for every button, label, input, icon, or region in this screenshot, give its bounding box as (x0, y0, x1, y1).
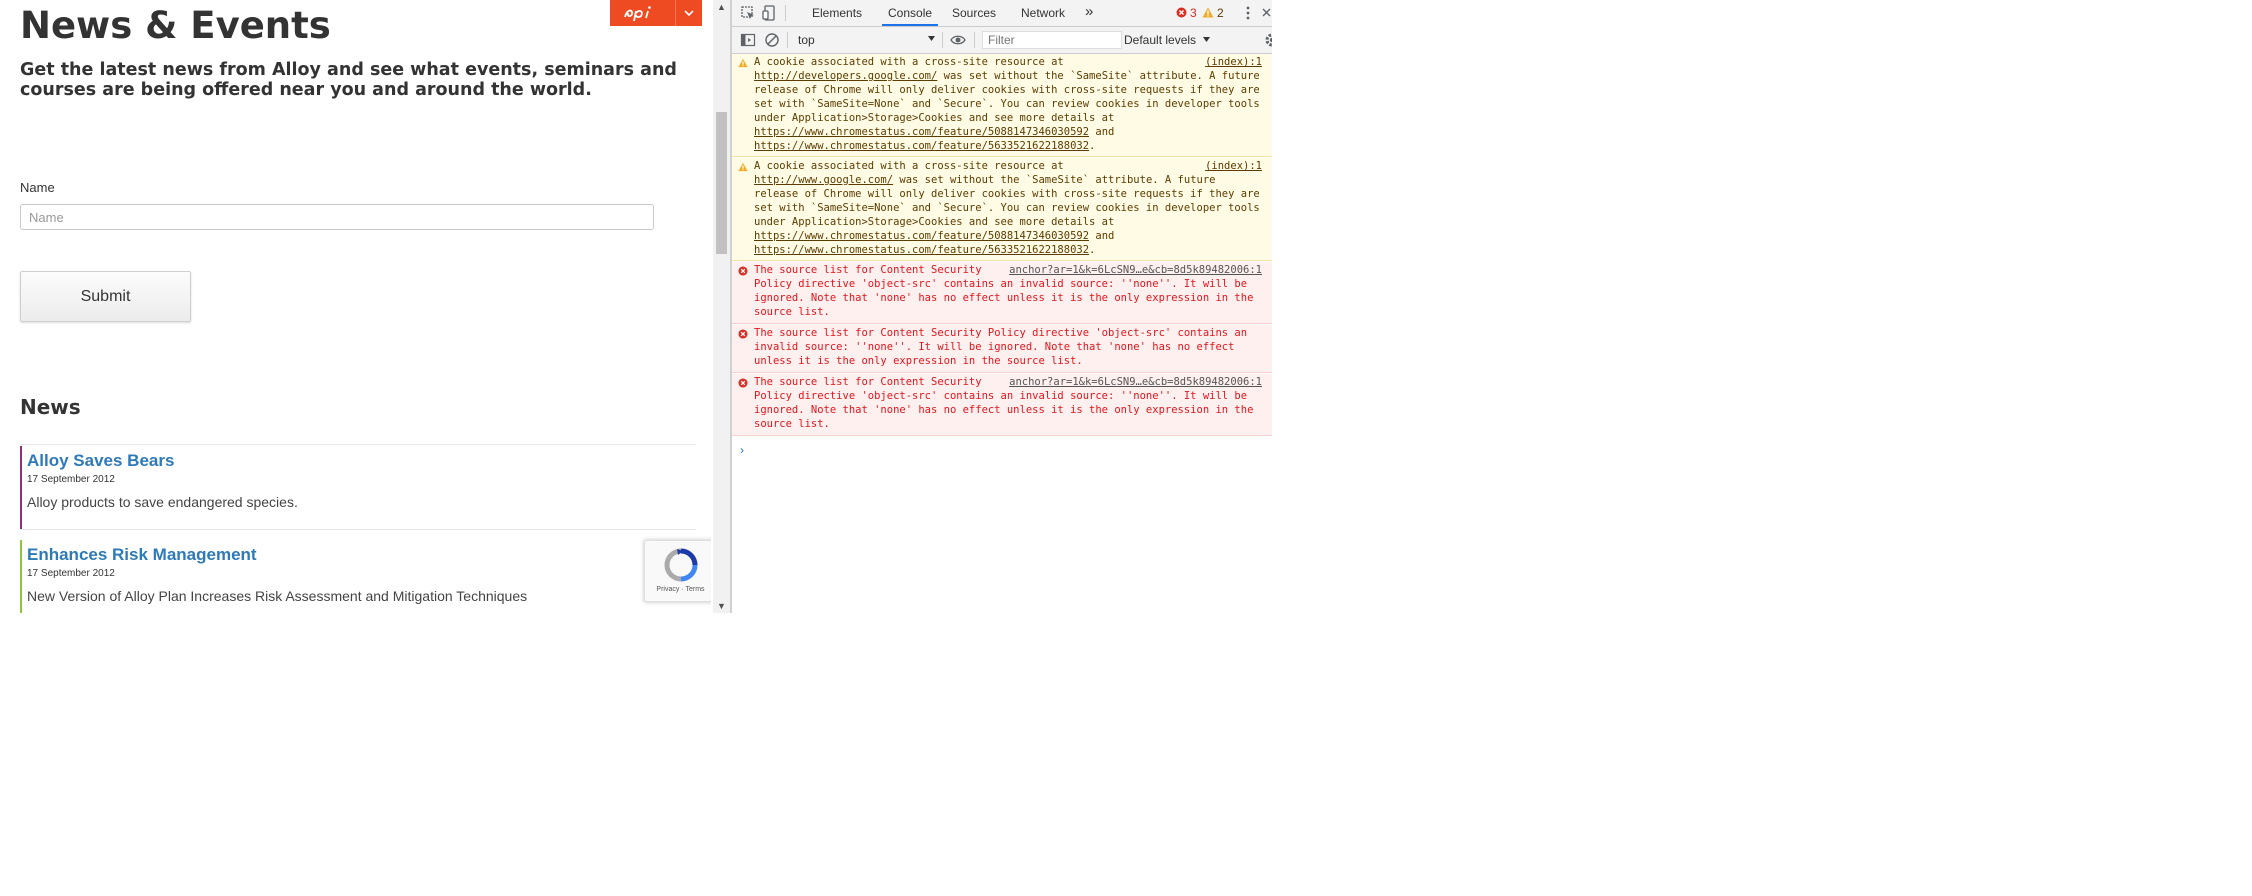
submit-button[interactable]: Submit (20, 271, 191, 322)
log-levels-value: Default levels (1124, 33, 1197, 47)
web-page: News & Events Get the latest news from A… (0, 0, 711, 613)
message-source-link[interactable]: (index):1 (1205, 159, 1262, 173)
tab-bar-divider (785, 5, 786, 21)
epi-logo-icon[interactable] (610, 0, 675, 26)
console-warning-message: (index):1 A cookie associated with a cro… (732, 158, 1272, 261)
inspect-element-icon[interactable] (740, 5, 756, 21)
more-tabs-button[interactable]: » (1085, 3, 1093, 20)
message-text: and (1089, 230, 1115, 242)
devtools-menu-icon[interactable] (1246, 6, 1250, 20)
warning-count[interactable]: 2 (1217, 6, 1224, 20)
console-prompt[interactable]: › (740, 443, 744, 457)
recaptcha-terms-link[interactable]: Terms (686, 586, 705, 593)
tab-network[interactable]: Network (1021, 6, 1065, 20)
message-source-link[interactable]: anchor?ar=1&k=6LcSN9…e&cb=8d5k89482006:1 (1009, 263, 1262, 277)
toolbar-divider (974, 32, 975, 48)
message-link[interactable]: https://www.chromestatus.com/feature/508… (754, 230, 1089, 242)
message-text: The source list for Content Security Pol… (754, 327, 1248, 367)
message-text: . (1089, 244, 1096, 256)
close-devtools-icon[interactable] (1262, 8, 1271, 17)
message-text: . (1089, 140, 1096, 152)
console-settings-icon[interactable] (1264, 32, 1272, 48)
epi-logo-mark (623, 6, 651, 21)
message-text: A cookie associated with a cross-site re… (754, 56, 1064, 68)
devtools-tab-bar: Elements Console Sources Network » 3 2 (732, 0, 1272, 27)
devtools-panel: Elements Console Sources Network » 3 2 t… (732, 0, 1272, 613)
name-label: Name (20, 180, 55, 195)
news-item-accent (20, 540, 22, 613)
news-divider (20, 444, 696, 445)
tab-elements[interactable]: Elements (812, 6, 862, 20)
news-item-date: 17 September 2012 (27, 474, 115, 485)
error-icon (738, 266, 748, 276)
active-tab-indicator (882, 24, 938, 26)
news-item-summary: Alloy products to save endangered specie… (27, 494, 298, 510)
news-item-title-link[interactable]: Enhances Risk Management (27, 545, 257, 565)
warning-icon (738, 162, 748, 172)
console-filter-input[interactable] (982, 31, 1122, 49)
chevron-down-icon (684, 10, 694, 16)
error-icon (738, 329, 748, 339)
toolbar-divider (942, 32, 943, 48)
news-item-date: 17 September 2012 (27, 568, 115, 579)
console-error-message: The source list for Content Security Pol… (732, 325, 1272, 373)
scroll-up-icon[interactable]: ▲ (713, 0, 730, 14)
context-selector[interactable]: top (798, 33, 935, 47)
warning-icon (738, 58, 748, 68)
news-item-accent (20, 446, 22, 530)
news-item-title-link[interactable]: Alloy Saves Bears (27, 451, 174, 471)
show-sidebar-icon[interactable] (740, 32, 756, 48)
message-link[interactable]: https://www.chromestatus.com/feature/563… (754, 140, 1089, 152)
warning-count-icon (1202, 7, 1214, 18)
recaptcha-separator: · (681, 586, 684, 593)
error-count[interactable]: 3 (1190, 6, 1197, 20)
toolbar-divider (787, 32, 788, 48)
tab-console[interactable]: Console (888, 6, 932, 20)
message-source-link[interactable]: (index):1 (1205, 55, 1262, 69)
message-link[interactable]: https://www.chromestatus.com/feature/508… (754, 126, 1089, 138)
page-scrollbar-thumb[interactable] (716, 112, 727, 254)
news-item: Alloy Saves Bears 17 September 2012 Allo… (20, 446, 696, 530)
device-toolbar-icon[interactable] (762, 5, 778, 21)
news-item-summary: New Version of Alloy Plan Increases Risk… (27, 588, 528, 604)
message-link[interactable]: https://www.chromestatus.com/feature/563… (754, 244, 1089, 256)
page-scrollbar[interactable]: ▲ ▼ (713, 0, 730, 613)
message-link[interactable]: http://developers.google.com/ (754, 70, 937, 82)
page-title: News & Events (20, 4, 331, 47)
message-link[interactable]: http://www.google.com/ (754, 174, 893, 186)
recaptcha-privacy-link[interactable]: Privacy (656, 586, 679, 593)
message-text: A cookie associated with a cross-site re… (754, 160, 1064, 172)
clear-console-icon[interactable] (764, 32, 780, 48)
console-warning-message: (index):1 A cookie associated with a cro… (732, 54, 1272, 157)
caret-down-icon (1203, 37, 1211, 42)
name-input[interactable] (20, 204, 654, 230)
message-text: and (1089, 126, 1115, 138)
context-value: top (798, 33, 815, 47)
message-source-link[interactable]: anchor?ar=1&k=6LcSN9…e&cb=8d5k89482006:1 (1009, 375, 1262, 389)
console-error-message: anchor?ar=1&k=6LcSN9…e&cb=8d5k89482006:1… (732, 374, 1272, 436)
error-count-icon (1176, 7, 1187, 18)
page-lead: Get the latest news from Alloy and see w… (20, 60, 677, 100)
caret-down-icon (928, 36, 935, 41)
epi-toolbar (610, 0, 702, 26)
tab-sources[interactable]: Sources (952, 6, 996, 20)
error-icon (738, 378, 748, 388)
scroll-down-icon[interactable]: ▼ (713, 599, 730, 613)
epi-menu-toggle[interactable] (675, 0, 702, 26)
news-item: Enhances Risk Management 17 September 20… (20, 540, 696, 613)
recaptcha-icon (664, 548, 698, 582)
log-levels-dropdown[interactable]: Default levels (1124, 33, 1211, 47)
console-error-message: anchor?ar=1&k=6LcSN9…e&cb=8d5k89482006:1… (732, 262, 1272, 324)
news-item-separator (20, 529, 696, 530)
news-heading: News (20, 395, 81, 419)
console-toolbar: top Default levels (732, 27, 1272, 54)
recaptcha-links: Privacy · Terms (645, 586, 711, 593)
recaptcha-badge[interactable]: Privacy · Terms (644, 540, 711, 602)
eye-icon[interactable] (950, 32, 966, 48)
